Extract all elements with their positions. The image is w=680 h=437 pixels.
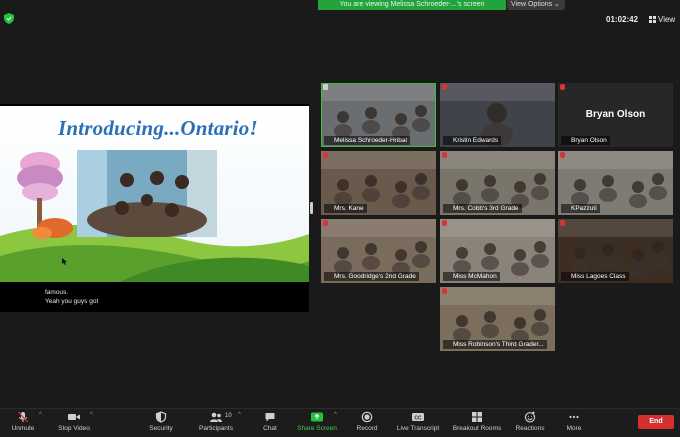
- participants-count-badge: 10: [225, 413, 232, 419]
- chevron-up-icon[interactable]: ^: [334, 412, 337, 418]
- muted-mic-icon: [560, 84, 565, 90]
- pin-icon: [323, 84, 328, 90]
- smiley-icon: [524, 411, 536, 423]
- muted-mic-icon: [442, 152, 447, 158]
- microphone-muted-icon: [18, 411, 28, 423]
- share-screen-icon: [311, 412, 323, 422]
- muted-mic-icon: [323, 220, 328, 226]
- muted-mic-icon: [560, 220, 565, 226]
- slide-title: Introducing...Ontario!: [58, 116, 258, 140]
- shield-icon[interactable]: [4, 13, 14, 24]
- chat-button[interactable]: Chat: [256, 411, 284, 432]
- view-options-button[interactable]: View Options ⌄: [507, 0, 565, 10]
- panel-splitter-handle[interactable]: [310, 202, 313, 214]
- svg-text:CC: CC: [414, 415, 422, 421]
- video-tile[interactable]: Kristin Edwards: [440, 83, 555, 147]
- closed-caption-icon: CC: [412, 413, 424, 421]
- meeting-timer: 01:02:42: [606, 15, 639, 24]
- more-button[interactable]: More: [560, 411, 588, 432]
- chat-label: Chat: [263, 425, 277, 432]
- view-label: View: [658, 15, 676, 24]
- video-tile[interactable]: KPazzuti: [558, 151, 673, 215]
- reactions-label: Reactions: [515, 425, 545, 432]
- breakout-rooms-icon: [472, 412, 482, 422]
- zoom-window: You are viewing Melissa Schroeder-...'s …: [0, 0, 680, 437]
- people-icon: [210, 412, 222, 422]
- video-tile[interactable]: Miss Robinson's Third Grader...: [440, 287, 555, 351]
- more-label: More: [566, 425, 582, 432]
- reactions-button[interactable]: Reactions: [513, 411, 547, 432]
- participants-label: Participants: [199, 425, 233, 432]
- slide-photo: [77, 150, 217, 237]
- video-tile[interactable]: Mrs. Cobb's 3rd Grade: [440, 151, 555, 215]
- view-button[interactable]: View: [649, 15, 675, 24]
- participant-display-name: Bryan Olson: [585, 109, 646, 120]
- participant-name: KPazzuti: [561, 204, 600, 213]
- muted-mic-icon: [442, 288, 447, 294]
- video-tile[interactable]: Mrs. Goodridge's 2nd Grade: [321, 219, 436, 283]
- muted-mic-icon: [442, 220, 447, 226]
- muted-mic-icon: [323, 152, 328, 158]
- chevron-up-icon[interactable]: ^: [90, 412, 93, 418]
- video-camera-icon: [68, 414, 80, 420]
- group-photo-image: [77, 150, 217, 237]
- unmute-label: Unmute: [11, 425, 35, 432]
- security-label: Security: [149, 425, 173, 432]
- participant-name: Kristin Edwards: [443, 136, 502, 145]
- cursor-icon: [62, 258, 67, 265]
- video-tile[interactable]: Mrs. Kane: [321, 151, 436, 215]
- muted-mic-icon: [560, 152, 565, 158]
- top-bar: You are viewing Melissa Schroeder-...'s …: [0, 0, 680, 24]
- presentation-slide: Introducing...Ontario!: [0, 106, 309, 282]
- stop-video-button[interactable]: Stop Video: [54, 411, 94, 432]
- live-transcript-label: Live Transcript: [396, 425, 440, 432]
- more-dots-icon: [569, 415, 579, 419]
- video-tile[interactable]: Melissa Schroeder-Hribal: [321, 83, 436, 147]
- participant-name: Miss Lagoes Class: [561, 272, 629, 281]
- breakout-rooms-button[interactable]: Breakout Rooms: [451, 411, 503, 432]
- participant-name: Miss McMahon: [443, 272, 500, 281]
- participant-name: Mrs. Cobb's 3rd Grade: [443, 204, 522, 213]
- live-transcript-button[interactable]: CC Live Transcript: [394, 411, 442, 432]
- video-tile[interactable]: Bryan Olson Bryan Olson: [558, 83, 673, 147]
- screen-share-banner: You are viewing Melissa Schroeder-...'s …: [318, 0, 506, 10]
- participant-name: Miss Robinson's Third Grader...: [443, 340, 547, 349]
- participant-name: Mrs. Goodridge's 2nd Grade: [324, 272, 419, 281]
- participant-name: Bryan Olson: [561, 136, 610, 145]
- end-meeting-button[interactable]: End: [638, 415, 674, 429]
- caption-line-1: famous.: [45, 289, 69, 296]
- chevron-up-icon[interactable]: ^: [39, 412, 42, 418]
- participant-name: Mrs. Kane: [324, 204, 367, 213]
- stop-video-label: Stop Video: [58, 425, 90, 432]
- record-icon: [361, 411, 373, 423]
- participant-name: Melissa Schroeder-Hribal: [324, 136, 410, 145]
- caption-line-2: Yeah you guys got: [45, 298, 99, 305]
- shared-screen: Introducing...Ontario! famous. Yeah you …: [0, 104, 309, 312]
- shield-icon: [155, 411, 167, 423]
- video-tile[interactable]: Miss McMahon: [440, 219, 555, 283]
- grid-icon: [649, 16, 656, 23]
- share-screen-label: Share Screen: [297, 425, 337, 432]
- chat-bubble-icon: [265, 413, 275, 422]
- record-button[interactable]: Record: [352, 411, 382, 432]
- record-label: Record: [356, 425, 378, 432]
- video-tile[interactable]: Miss Lagoes Class: [558, 219, 673, 283]
- chevron-up-icon[interactable]: ^: [238, 412, 241, 418]
- breakout-rooms-label: Breakout Rooms: [452, 425, 502, 432]
- security-button[interactable]: Security: [144, 411, 178, 432]
- muted-mic-icon: [442, 84, 447, 90]
- unmute-button[interactable]: Unmute: [6, 411, 40, 432]
